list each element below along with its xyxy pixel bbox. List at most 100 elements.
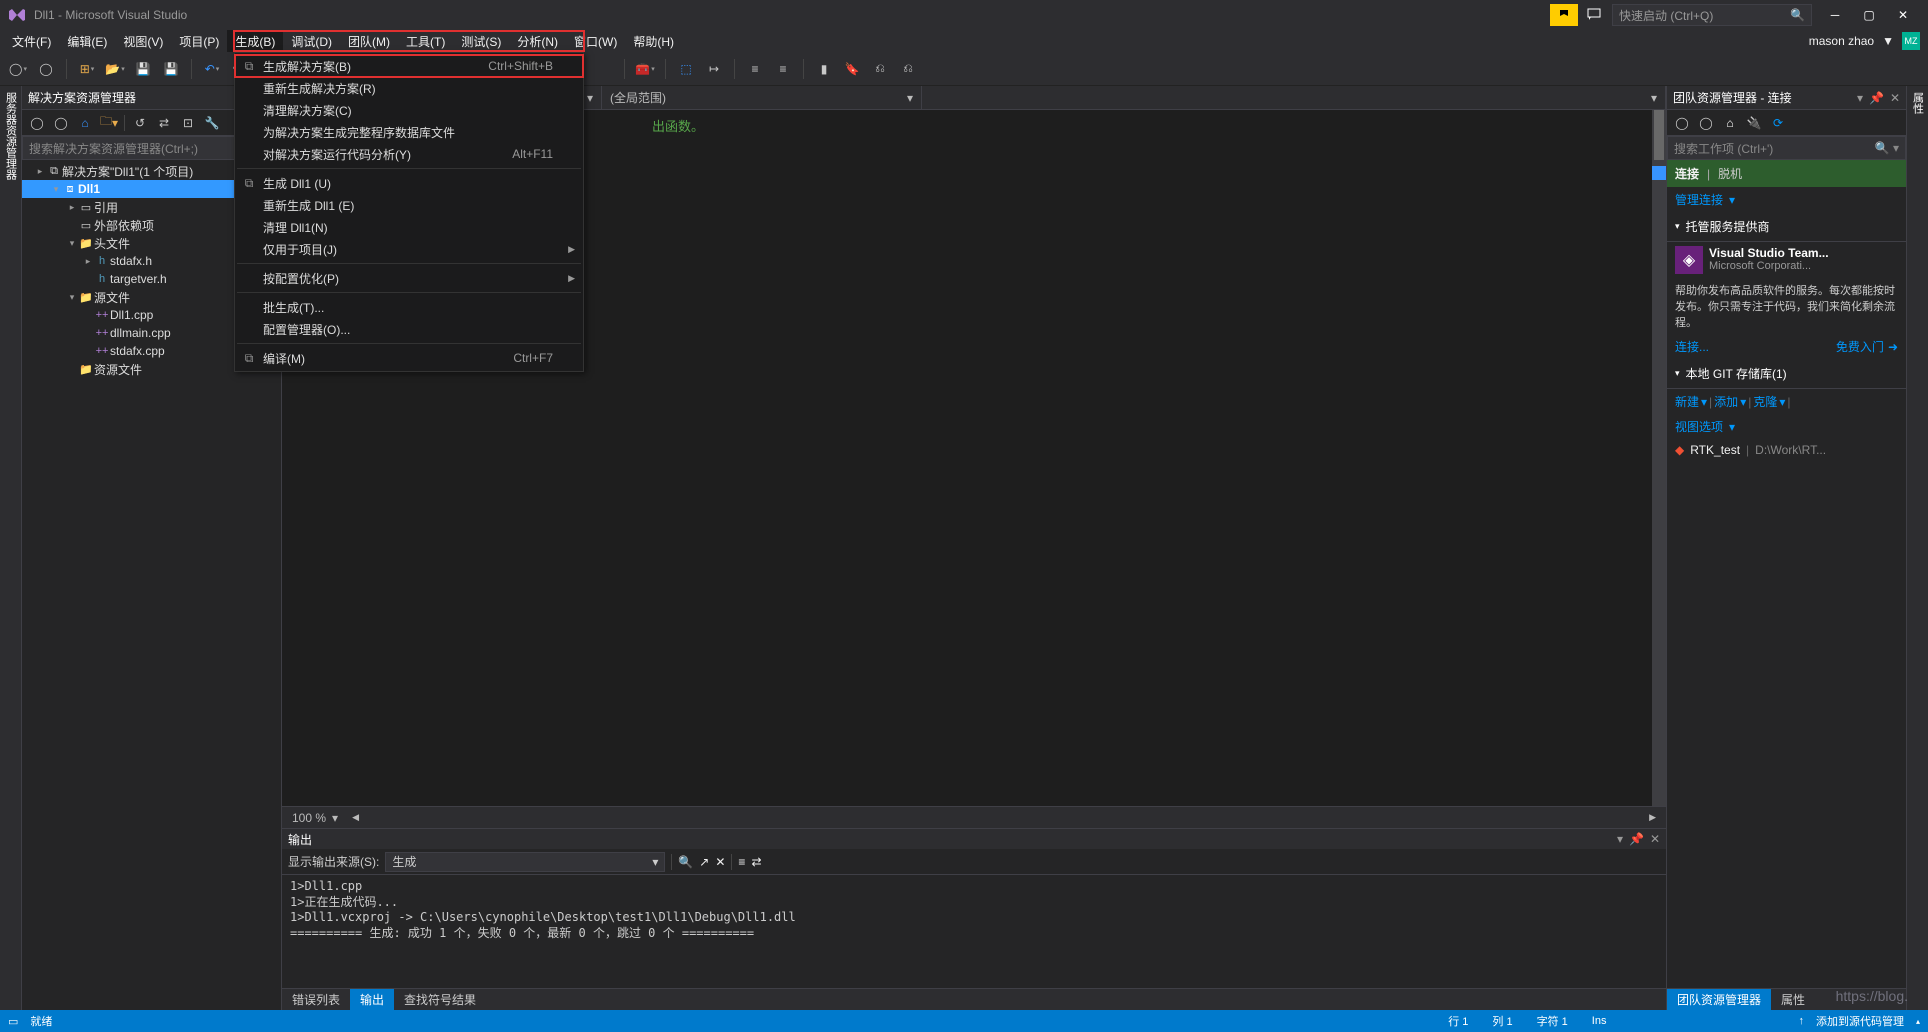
indent-decrease-icon[interactable]: ≡ <box>771 57 795 81</box>
output-toggle-icon[interactable]: ⇄ <box>751 855 761 869</box>
git-view-options-link[interactable]: 视图选项 <box>1675 418 1723 435</box>
nav-forward-button[interactable]: ◯ <box>34 57 58 81</box>
build-menu-item[interactable]: 批生成(T)... <box>235 296 583 318</box>
build-menu-item[interactable]: 按配置优化(P)▶ <box>235 267 583 289</box>
right-sidebar-tab[interactable]: 属性 <box>1906 86 1928 1010</box>
editor-nav-member[interactable]: ▾ <box>922 86 1666 109</box>
collapse-icon[interactable]: ⇄ <box>155 114 173 132</box>
menu-file[interactable]: 文件(F) <box>4 30 59 52</box>
tool-icon-4[interactable]: ⎌ <box>896 57 920 81</box>
git-new-link[interactable]: 新建 <box>1675 393 1699 410</box>
git-add-link[interactable]: 添加 <box>1714 393 1738 410</box>
save-all-button[interactable]: 💾 <box>159 57 183 81</box>
refresh-icon[interactable]: ◯ <box>52 114 70 132</box>
home-solution-icon[interactable]: ⌂ <box>76 114 94 132</box>
menu-analyze[interactable]: 分析(N) <box>509 30 566 52</box>
te-manage-connections-link[interactable]: 管理连接 <box>1675 191 1723 208</box>
notification-flag-icon[interactable] <box>1550 4 1578 26</box>
menu-test[interactable]: 测试(S) <box>453 30 509 52</box>
quick-launch-input[interactable]: 快速启动 (Ctrl+Q) 🔍 <box>1612 4 1812 26</box>
tab-error-list[interactable]: 错误列表 <box>282 989 350 1010</box>
build-menu-item[interactable]: 为解决方案生成完整程序数据库文件 <box>235 121 583 143</box>
build-menu-item[interactable]: ⧉生成解决方案(B)Ctrl+Shift+B <box>235 55 583 77</box>
indent-increase-icon[interactable]: ≡ <box>743 57 767 81</box>
te-connect-link[interactable]: 连接... <box>1675 338 1709 355</box>
status-source-control[interactable]: 添加到源代码管理 <box>1804 1013 1916 1029</box>
tab-find-symbol[interactable]: 查找符号结果 <box>394 989 486 1010</box>
left-sidebar-tab-server-explorer[interactable]: 服务器资源管理器 <box>0 86 22 1010</box>
pin-icon[interactable]: 📌 <box>1869 91 1884 105</box>
git-repo-row[interactable]: ◆ RTK_test | D:\Work\RT... <box>1667 439 1906 461</box>
build-menu-item[interactable]: ⧉生成 Dll1 (U) <box>235 172 583 194</box>
git-clone-link[interactable]: 克隆 <box>1753 393 1777 410</box>
te-back-icon[interactable]: ◯ <box>1673 114 1691 132</box>
minimize-button[interactable]: ─ <box>1818 1 1852 29</box>
output-clear-icon[interactable]: ✕ <box>715 855 725 869</box>
menu-edit[interactable]: 编辑(E) <box>59 30 115 52</box>
output-text[interactable]: 1>Dll1.cpp 1>正在生成代码... 1>Dll1.vcxproj ->… <box>282 875 1666 988</box>
tab-output[interactable]: 输出 <box>350 989 394 1010</box>
build-menu-item[interactable]: 清理解决方案(C) <box>235 99 583 121</box>
tab-team-explorer[interactable]: 团队资源管理器 <box>1667 989 1771 1010</box>
feedback-icon[interactable] <box>1582 4 1606 26</box>
output-wrap-icon[interactable]: ≡ <box>738 855 745 869</box>
avatar[interactable]: MZ <box>1902 32 1920 50</box>
team-search-input[interactable]: 搜索工作项 (Ctrl+') 🔍 ▾ <box>1667 136 1906 160</box>
tool-icon-1[interactable]: ⬚ <box>674 57 698 81</box>
build-menu-item[interactable]: 重新生成 Dll1 (E) <box>235 194 583 216</box>
build-menu-item[interactable]: 重新生成解决方案(R) <box>235 77 583 99</box>
nav-back-button[interactable]: ◯▾ <box>6 57 30 81</box>
editor-nav-scope[interactable]: (全局范围)▾ <box>602 86 922 109</box>
tool-icon-2[interactable]: ↦ <box>702 57 726 81</box>
output-source-select[interactable]: 生成 ▾ <box>385 852 665 872</box>
properties-icon[interactable]: 🔧 <box>203 114 221 132</box>
menu-help[interactable]: 帮助(H) <box>625 30 682 52</box>
build-menu-item[interactable]: 清理 Dll1(N) <box>235 216 583 238</box>
user-area[interactable]: mason zhao ▼ MZ <box>1809 30 1928 52</box>
menu-tools[interactable]: 工具(T) <box>398 30 453 52</box>
tool-icon-3[interactable]: ⎌ <box>868 57 892 81</box>
te-plug-icon[interactable]: 🔌 <box>1745 114 1763 132</box>
output-find-icon[interactable]: 🔍 <box>678 855 693 869</box>
te-hosted-section[interactable]: ▾ 托管服务提供商 <box>1667 212 1906 242</box>
save-button[interactable]: 💾 <box>131 57 155 81</box>
menu-window[interactable]: 窗口(W) <box>566 30 625 52</box>
bookmark-icon[interactable]: 🔖 <box>840 57 864 81</box>
te-home-icon[interactable]: ⌂ <box>1721 114 1739 132</box>
toolbox-icon[interactable]: 🧰▾ <box>633 57 657 81</box>
show-all-icon[interactable]: ⊡ <box>179 114 197 132</box>
build-menu-item[interactable]: ⧉编译(M)Ctrl+F7 <box>235 347 583 369</box>
build-menu-item[interactable]: 仅用于项目(J)▶ <box>235 238 583 260</box>
status-window-icon[interactable]: ▭ <box>8 1015 18 1028</box>
te-free-link[interactable]: 免费入门 <box>1836 338 1884 355</box>
panel-menu-icon[interactable]: ▾ <box>1617 832 1623 846</box>
tab-properties[interactable]: 属性 <box>1771 989 1815 1010</box>
te-refresh-icon[interactable]: ⟳ <box>1769 114 1787 132</box>
te-forward-icon[interactable]: ◯ <box>1697 114 1715 132</box>
new-project-button[interactable]: ⊞▾ <box>75 57 99 81</box>
maximize-button[interactable]: ▢ <box>1852 1 1886 29</box>
menu-team[interactable]: 团队(M) <box>340 30 398 52</box>
menu-project[interactable]: 项目(P) <box>171 30 227 52</box>
menu-debug[interactable]: 调试(D) <box>283 30 340 52</box>
close-panel-icon[interactable]: ✕ <box>1890 91 1900 105</box>
scope-icon[interactable]: 🗀▾ <box>100 114 118 132</box>
zoom-level[interactable]: 100 % <box>292 811 326 825</box>
comment-icon[interactable]: ▮ <box>812 57 836 81</box>
close-panel-icon[interactable]: ✕ <box>1650 832 1660 846</box>
editor-scrollbar[interactable] <box>1652 110 1666 806</box>
home-icon[interactable]: ◯ <box>28 114 46 132</box>
output-goto-icon[interactable]: ↗ <box>699 855 709 869</box>
open-file-button[interactable]: 📂▾ <box>103 57 127 81</box>
close-button[interactable]: ✕ <box>1886 1 1920 29</box>
undo-button[interactable]: ↶▾ <box>200 57 224 81</box>
panel-menu-icon[interactable]: ▾ <box>1857 91 1863 105</box>
pin-icon[interactable]: 📌 <box>1629 832 1644 846</box>
sync-icon[interactable]: ↺ <box>131 114 149 132</box>
te-git-section[interactable]: ▾ 本地 GIT 存储库(1) <box>1667 359 1906 389</box>
chevron-down-icon[interactable]: ▾ <box>332 811 338 825</box>
build-menu-item[interactable]: 对解决方案运行代码分析(Y)Alt+F11 <box>235 143 583 165</box>
menu-view[interactable]: 视图(V) <box>115 30 171 52</box>
build-menu-item[interactable]: 配置管理器(O)... <box>235 318 583 340</box>
menu-build[interactable]: 生成(B) <box>227 30 283 52</box>
